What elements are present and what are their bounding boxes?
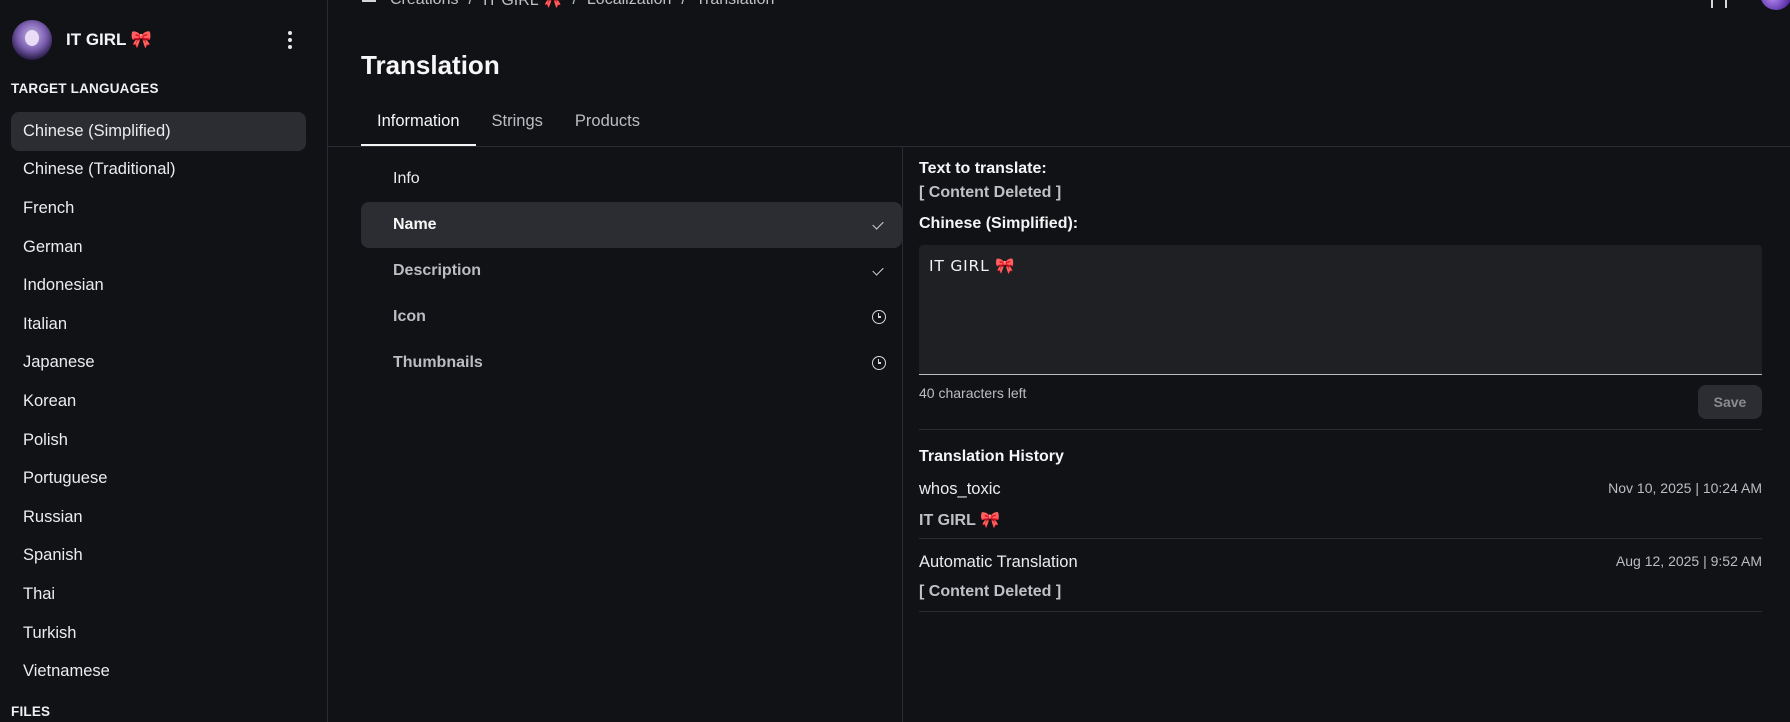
- history-author: whos_toxic: [919, 480, 1001, 498]
- editor-footer: 40 characters left Save: [919, 375, 1762, 421]
- tab-divider: [328, 146, 1790, 147]
- experience-avatar: [12, 20, 52, 60]
- field-item-icon[interactable]: Icon: [361, 294, 902, 340]
- save-button[interactable]: Save: [1698, 385, 1762, 419]
- source-text: [ Content Deleted ]: [919, 184, 1062, 201]
- language-item-portuguese[interactable]: Portuguese: [11, 459, 306, 498]
- more-options-icon[interactable]: [280, 28, 300, 52]
- language-item-russian[interactable]: Russian: [11, 498, 306, 537]
- experience-header: IT GIRL 🎀: [12, 18, 312, 62]
- translation-editor: Text to translate: [ Content Deleted ] C…: [919, 160, 1762, 612]
- breadcrumb-localization[interactable]: Localization: [587, 0, 672, 9]
- tab-bar: Information Strings Products: [361, 104, 656, 146]
- breadcrumb-separator: /: [572, 0, 576, 9]
- language-item-spanish[interactable]: Spanish: [11, 537, 306, 576]
- language-item-chinese-traditional[interactable]: Chinese (Traditional): [11, 151, 306, 190]
- field-label: Description: [393, 262, 482, 279]
- tab-strings[interactable]: Strings: [476, 104, 559, 146]
- target-languages-label: TARGET LANGUAGES: [11, 81, 159, 96]
- language-item-german[interactable]: German: [11, 228, 306, 267]
- history-author: Automatic Translation: [919, 553, 1078, 571]
- clock-icon: [872, 310, 886, 324]
- target-language-label: Chinese (Simplified):: [919, 215, 1079, 232]
- translation-history-title: Translation History: [919, 448, 1064, 465]
- field-item-description[interactable]: Description: [361, 248, 902, 294]
- language-item-turkish[interactable]: Turkish: [11, 614, 306, 653]
- breadcrumb-separator: /: [681, 0, 685, 9]
- translation-input[interactable]: [919, 245, 1762, 375]
- field-list: Info Name Description Icon Thumbnails: [361, 156, 902, 386]
- field-item-info[interactable]: Info: [361, 156, 902, 202]
- breadcrumb-separator: /: [468, 0, 472, 9]
- breadcrumb-translation: Translation: [696, 0, 775, 9]
- divider: [919, 429, 1762, 430]
- sidebar: IT GIRL 🎀 TARGET LANGUAGES Chinese (Simp…: [0, 0, 328, 722]
- language-item-vietnamese[interactable]: Vietnamese: [11, 652, 306, 691]
- history-date: Nov 10, 2025 | 10:24 AM: [1608, 480, 1762, 496]
- language-item-korean[interactable]: Korean: [11, 382, 306, 421]
- language-item-japanese[interactable]: Japanese: [11, 344, 306, 383]
- menu-icon[interactable]: [362, 0, 380, 7]
- language-item-indonesian[interactable]: Indonesian: [11, 266, 306, 305]
- field-item-thumbnails[interactable]: Thumbnails: [361, 340, 902, 386]
- field-label: Thumbnails: [393, 354, 483, 371]
- panel-divider: [902, 147, 903, 722]
- field-label: Info: [393, 170, 420, 187]
- field-item-name[interactable]: Name: [361, 202, 902, 248]
- breadcrumb-creations[interactable]: Creations: [390, 0, 458, 9]
- field-label: Name: [393, 216, 437, 233]
- history-entry: Automatic Translation Aug 12, 2025 | 9:5…: [919, 539, 1762, 612]
- breadcrumb-experience[interactable]: IT GIRL 🎀: [483, 0, 563, 10]
- breadcrumb: Creations / IT GIRL 🎀 / Localization / T…: [362, 0, 774, 10]
- language-item-french[interactable]: French: [11, 189, 306, 228]
- clock-icon: [872, 356, 886, 370]
- language-list: Chinese (Simplified) Chinese (Traditiona…: [11, 112, 306, 691]
- tab-products[interactable]: Products: [559, 104, 656, 146]
- characters-left: 40 characters left: [919, 385, 1027, 401]
- history-text: [ Content Deleted ]: [919, 583, 1062, 600]
- user-avatar[interactable]: [1760, 0, 1790, 10]
- language-item-italian[interactable]: Italian: [11, 305, 306, 344]
- history-text: IT GIRL 🎀: [919, 512, 1000, 529]
- page-title: Translation: [361, 50, 500, 80]
- experience-name: IT GIRL 🎀: [66, 30, 153, 49]
- check-icon: [872, 264, 886, 278]
- text-to-translate-label: Text to translate:: [919, 160, 1047, 177]
- history-entry: whos_toxic Nov 10, 2025 | 10:24 AM IT GI…: [919, 466, 1762, 539]
- notification-bell-icon[interactable]: [1711, 0, 1727, 8]
- language-item-thai[interactable]: Thai: [11, 575, 306, 614]
- field-label: Icon: [393, 308, 426, 325]
- tab-information[interactable]: Information: [361, 104, 476, 146]
- history-date: Aug 12, 2025 | 9:52 AM: [1615, 553, 1762, 569]
- language-item-polish[interactable]: Polish: [11, 421, 306, 460]
- check-icon: [872, 218, 886, 232]
- files-label: FILES: [11, 704, 51, 719]
- language-item-chinese-simplified[interactable]: Chinese (Simplified): [11, 112, 306, 151]
